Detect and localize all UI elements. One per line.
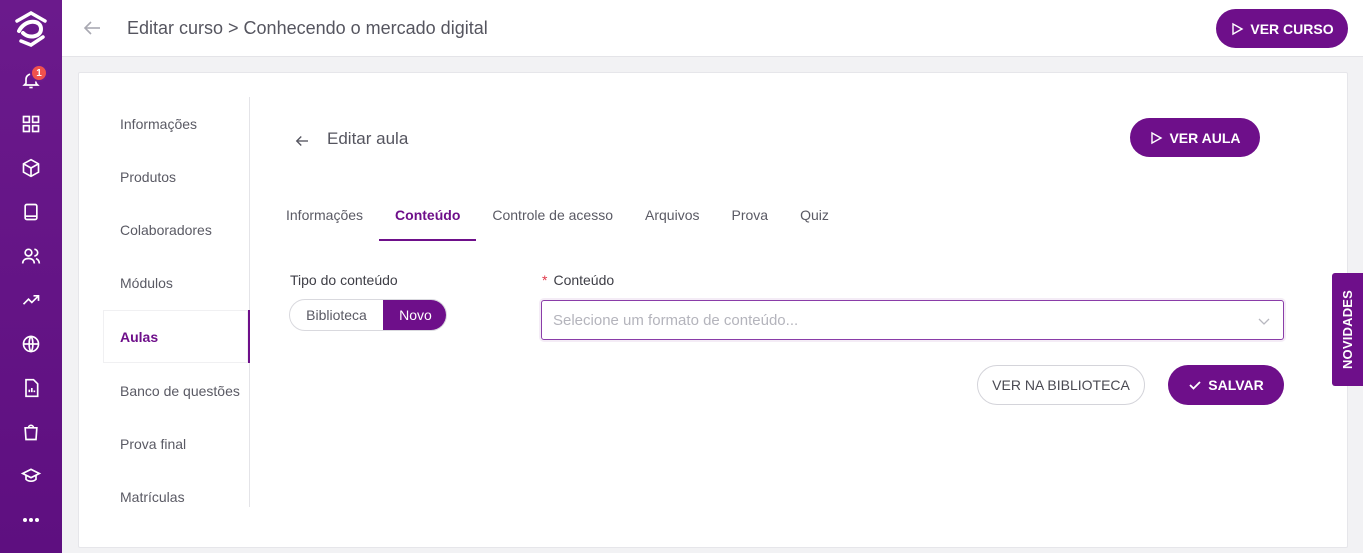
ver-na-biblioteca-button[interactable]: VER NA BIBLIOTECA	[977, 365, 1145, 405]
lesson-title: Editar aula	[327, 129, 409, 148]
side-nav-item-modulos[interactable]: Módulos	[103, 256, 250, 309]
notifications-button[interactable]: 1	[0, 58, 62, 102]
ver-aula-label: VER AULA	[1169, 129, 1241, 146]
side-nav-item-prova-final[interactable]: Prova final	[103, 417, 250, 470]
play-icon	[1232, 22, 1244, 35]
notification-badge: 1	[30, 64, 48, 82]
required-marker: *	[542, 272, 548, 288]
box-icon	[22, 158, 40, 178]
side-nav-label: Prova final	[120, 435, 187, 452]
side-nav-label: Aulas	[120, 328, 159, 345]
chevron-down-icon	[1258, 318, 1270, 325]
conteudo-label: * Conteúdo	[542, 272, 614, 288]
side-nav-item-produtos[interactable]: Produtos	[103, 150, 250, 203]
app-rail: 1	[0, 0, 62, 553]
users-icon	[21, 248, 41, 264]
dashboard-button[interactable]	[0, 102, 62, 146]
side-nav-item-matriculas[interactable]: Matrículas	[103, 470, 250, 523]
reports-button[interactable]	[0, 278, 62, 322]
users-button[interactable]	[0, 234, 62, 278]
toggle-novo[interactable]: Novo	[383, 300, 446, 330]
side-nav-label: Colaboradores	[120, 221, 212, 238]
tipo-conteudo-label: Tipo do conteúdo	[290, 272, 398, 288]
tab-informacoes[interactable]: Informações	[279, 195, 379, 241]
trending-icon	[22, 295, 40, 305]
app-logo[interactable]	[0, 0, 62, 58]
store-button[interactable]	[0, 410, 62, 454]
arrow-left-icon	[295, 136, 308, 146]
lesson-tabs: Informações Conteúdo Controle de acesso …	[279, 195, 845, 241]
page-title: Editar curso > Conhecendo o mercado digi…	[127, 18, 488, 38]
academy-button[interactable]	[0, 454, 62, 498]
more-icon	[23, 518, 39, 522]
back-button[interactable]	[80, 16, 104, 40]
novidades-label: NOVIDADES	[1340, 289, 1355, 370]
side-nav-label: Banco de questões	[120, 382, 240, 399]
report-icon	[25, 378, 39, 398]
ver-aula-button[interactable]: VER AULA	[1130, 118, 1260, 157]
edit-course-card: Informações Produtos Colaboradores Módul…	[78, 72, 1348, 548]
play-icon	[1151, 131, 1163, 144]
side-nav-item-aulas[interactable]: Aulas	[103, 310, 250, 363]
grid-icon	[22, 115, 40, 133]
ver-curso-label: VER CURSO	[1250, 20, 1334, 37]
conteudo-select[interactable]: Selecione um formato de conteúdo...	[541, 300, 1284, 340]
shopping-bag-icon	[24, 424, 38, 441]
toggle-biblioteca[interactable]: Biblioteca	[290, 300, 383, 330]
graduation-cap-icon	[20, 468, 42, 483]
tab-controle-de-acesso[interactable]: Controle de acesso	[476, 195, 629, 241]
novidades-tab[interactable]: NOVIDADES	[1332, 273, 1363, 386]
tipo-conteudo-toggle: Biblioteca Novo	[289, 299, 447, 331]
side-nav-item-informacoes[interactable]: Informações	[103, 97, 250, 150]
side-nav-label: Informações	[120, 115, 198, 132]
conteudo-placeholder: Selecione um formato de conteúdo...	[553, 311, 799, 329]
ver-curso-button[interactable]: VER CURSO	[1216, 9, 1348, 48]
tab-prova[interactable]: Prova	[715, 195, 784, 241]
top-bar: Editar curso > Conhecendo o mercado digi…	[62, 0, 1363, 57]
side-nav-label: Produtos	[120, 168, 177, 185]
globe-icon	[22, 335, 40, 353]
side-nav-item-colaboradores[interactable]: Colaboradores	[103, 203, 250, 256]
course-side-nav: Informações Produtos Colaboradores Módul…	[103, 97, 250, 507]
book-icon	[24, 203, 38, 221]
products-button[interactable]	[0, 146, 62, 190]
lesson-back-button[interactable]	[293, 132, 311, 150]
side-nav-item-banco-de-questoes[interactable]: Banco de questões	[103, 364, 250, 417]
salvar-button[interactable]: SALVAR	[1168, 365, 1284, 405]
tab-arquivos[interactable]: Arquivos	[629, 195, 715, 241]
lesson-editor: Editar aula VER AULA Informações Conteúd…	[279, 73, 1347, 547]
check-icon	[1189, 381, 1201, 390]
courses-button[interactable]	[0, 190, 62, 234]
tab-conteudo[interactable]: Conteúdo	[379, 195, 477, 241]
conteudo-label-text: Conteúdo	[553, 272, 615, 288]
logo-icon	[15, 10, 47, 47]
sites-button[interactable]	[0, 322, 62, 366]
arrow-left-icon	[83, 21, 100, 35]
side-nav-label: Módulos	[120, 274, 173, 291]
more-button[interactable]	[0, 498, 62, 542]
salvar-label: SALVAR	[1208, 377, 1264, 393]
tab-quiz[interactable]: Quiz	[784, 195, 845, 241]
documents-button[interactable]	[0, 366, 62, 410]
side-nav-label: Matrículas	[120, 488, 185, 505]
